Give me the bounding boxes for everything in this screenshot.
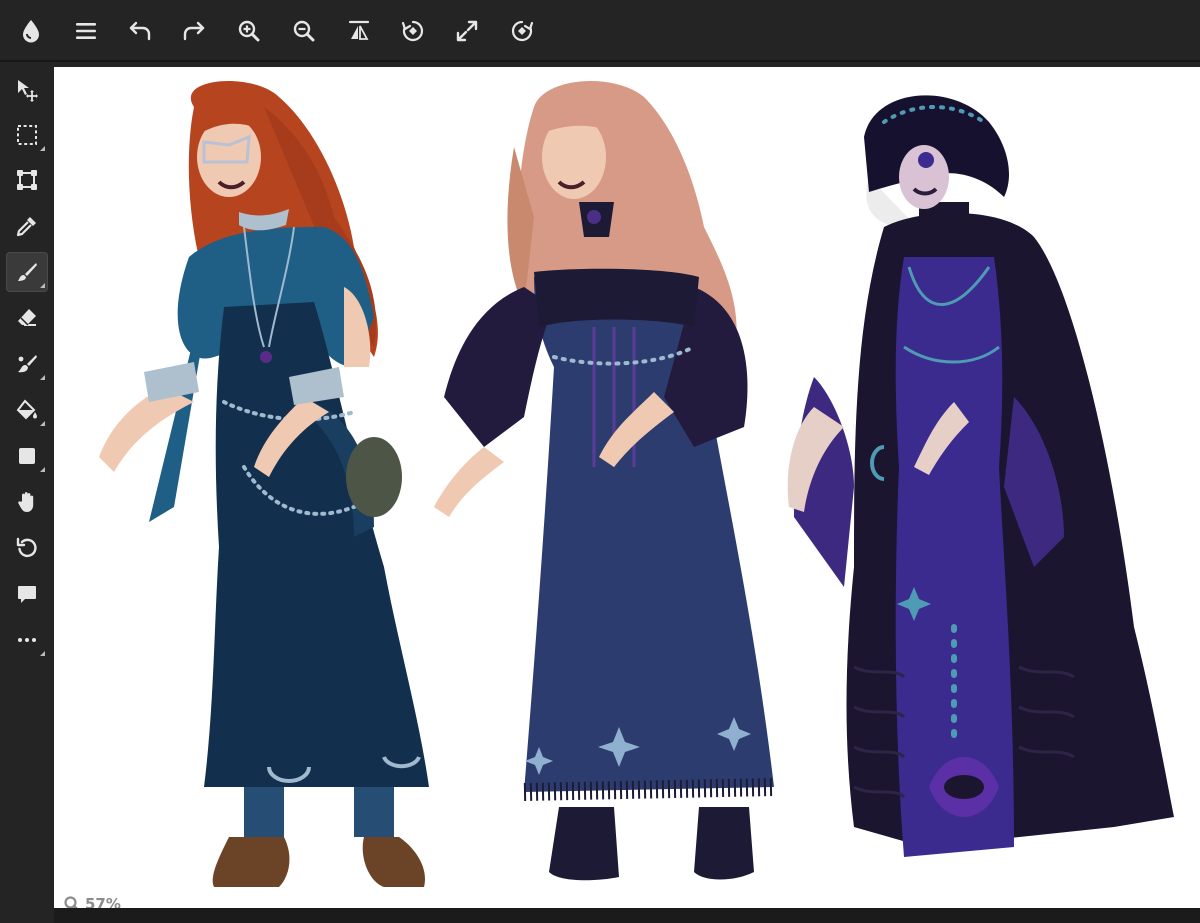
tool-sidebar [0,62,54,923]
zoom-out-button[interactable] [285,12,323,50]
character-figure-3 [787,95,1174,857]
hand-tool[interactable] [6,482,48,522]
select-tool[interactable] [6,115,48,155]
transform-tool[interactable] [6,160,48,200]
transform-icon [17,170,37,190]
drawing-canvas[interactable] [54,67,1200,908]
top-toolbar [0,0,1200,62]
rotate-icon [16,537,37,558]
menu-button[interactable] [67,12,105,50]
eyedropper-icon [16,217,36,237]
shape-tool[interactable] [6,436,48,476]
eraser-icon [18,309,36,326]
more-tools[interactable] [6,620,48,660]
fullscreen-button[interactable] [448,12,486,50]
ellipsis-icon [18,638,36,642]
undo-button[interactable] [121,12,159,50]
paint-bucket-icon [16,399,37,420]
fill-tool[interactable] [6,390,48,430]
move-arrow-icon [18,80,38,102]
smudge-icon [18,355,37,373]
brush-icon [18,263,37,281]
rectangle-icon [19,448,35,464]
speech-bubble-icon [18,586,36,603]
character-figure-1 [99,80,429,887]
smudge-tool[interactable] [6,344,48,384]
hand-icon [18,492,34,512]
zoom-in-button[interactable] [230,12,268,50]
rotate-right-button[interactable] [503,12,541,50]
eraser-tool[interactable] [6,298,48,338]
flip-horizontal-button[interactable] [340,12,378,50]
app-logo-icon[interactable] [12,12,50,50]
comment-tool[interactable] [6,574,48,614]
artwork-illustration [99,80,1174,887]
character-figure-2 [434,80,775,881]
move-tool[interactable] [6,70,48,110]
canvas-bottom-edge [54,908,1200,923]
eyedropper-tool[interactable] [6,206,48,246]
marquee-icon [17,125,37,145]
redo-button[interactable] [175,12,213,50]
brush-tool[interactable] [6,252,48,292]
rotate-left-button[interactable] [394,12,432,50]
rotate-tool[interactable] [6,528,48,568]
